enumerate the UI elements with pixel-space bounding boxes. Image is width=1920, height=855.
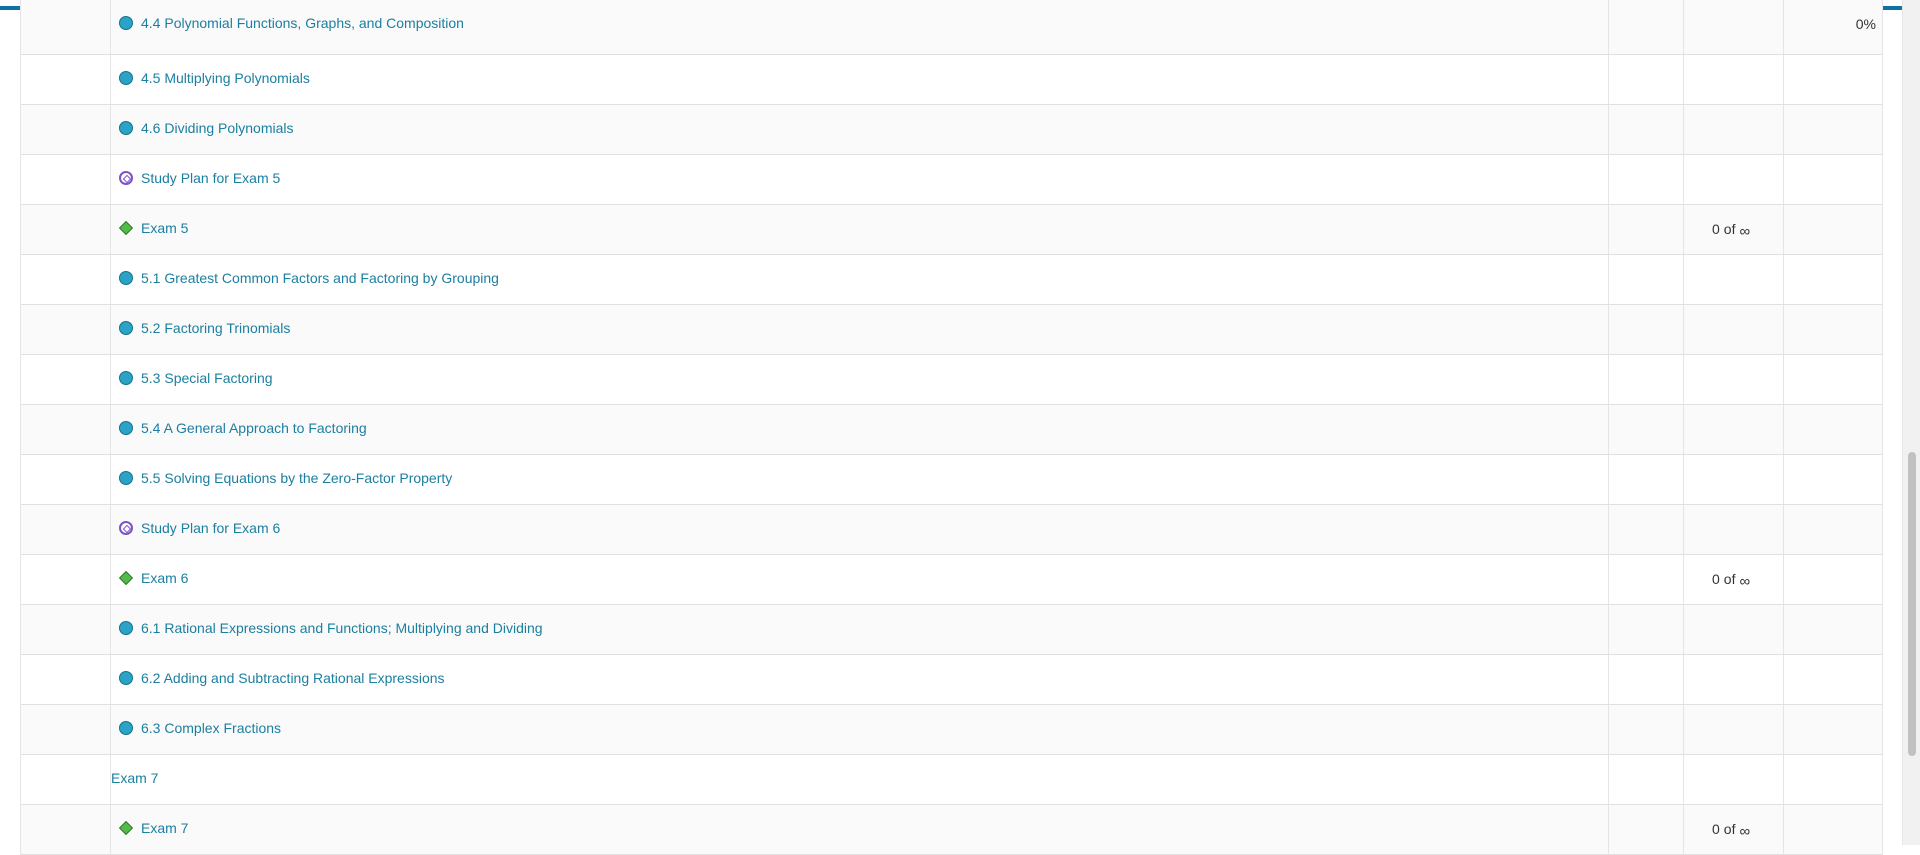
score-value: 0% xyxy=(1855,16,1876,32)
attempts-of-label: of xyxy=(1723,571,1736,587)
table-row: 6.2 Adding and Subtracting Rational Expr… xyxy=(21,655,1882,705)
lesson-circle-icon xyxy=(119,321,133,335)
course-item-title: Exam 7 xyxy=(111,770,159,786)
course-item-link[interactable]: Study Plan for Exam 5 xyxy=(119,170,280,186)
course-item-link[interactable]: Study Plan for Exam 6 xyxy=(119,520,280,536)
course-item-title: 5.3 Special Factoring xyxy=(141,370,273,386)
course-item-link[interactable]: Exam 6 xyxy=(118,570,189,586)
course-item-title: 5.5 Solving Equations by the Zero-Factor… xyxy=(141,470,453,486)
course-item-link[interactable]: Exam 5 xyxy=(118,220,189,236)
course-item-link[interactable]: 6.3 Complex Fractions xyxy=(119,720,281,736)
course-item-link[interactable]: 5.3 Special Factoring xyxy=(119,370,273,386)
course-item-link[interactable]: 4.4 Polynomial Functions, Graphs, and Co… xyxy=(119,15,464,31)
lesson-circle-icon xyxy=(119,121,133,135)
exam-diamond-icon xyxy=(118,220,134,236)
lesson-circle-icon xyxy=(119,16,133,30)
course-item-title: Study Plan for Exam 6 xyxy=(141,520,281,536)
attempts-value: 0 xyxy=(1712,821,1720,837)
course-item-title: 5.4 A General Approach to Factoring xyxy=(141,420,367,436)
attempts-of-label: of xyxy=(1723,221,1736,237)
table-row: 5.3 Special Factoring xyxy=(21,355,1882,405)
study-plan-icon xyxy=(119,521,133,535)
course-item-title: Study Plan for Exam 5 xyxy=(141,170,281,186)
exam-diamond-icon xyxy=(118,570,134,586)
attempts-of-label: of xyxy=(1723,821,1736,837)
lesson-circle-icon xyxy=(119,271,133,285)
table-row: Exam 7 xyxy=(21,755,1882,805)
course-item-link[interactable]: 6.1 Rational Expressions and Functions; … xyxy=(119,620,543,636)
course-item-title: Exam 6 xyxy=(141,570,189,586)
attempts-count: 0 of ∞ xyxy=(1712,221,1751,240)
table-row: 5.5 Solving Equations by the Zero-Factor… xyxy=(21,455,1882,505)
course-item-title: 4.5 Multiplying Polynomials xyxy=(141,70,310,86)
scrollbar-thumb[interactable] xyxy=(1908,452,1916,756)
table-row: 4.6 Dividing Polynomials xyxy=(21,105,1882,155)
table-row: 4.4 Polynomial Functions, Graphs, and Co… xyxy=(21,0,1882,55)
table-row: 6.3 Complex Fractions xyxy=(21,705,1882,755)
lesson-circle-icon xyxy=(119,621,133,635)
course-item-link[interactable]: 4.5 Multiplying Polynomials xyxy=(119,70,310,86)
course-item-title: 6.1 Rational Expressions and Functions; … xyxy=(141,620,543,636)
infinity-icon: ∞ xyxy=(1739,573,1751,590)
course-item-title: Exam 5 xyxy=(141,220,189,236)
attempts-value: 0 xyxy=(1712,571,1720,587)
table-row: 5.1 Greatest Common Factors and Factorin… xyxy=(21,255,1882,305)
vertical-scrollbar[interactable] xyxy=(1902,0,1920,845)
course-item-link[interactable]: 6.2 Adding and Subtracting Rational Expr… xyxy=(119,670,445,686)
attempts-count: 0 of ∞ xyxy=(1712,571,1751,590)
course-item-title: 4.6 Dividing Polynomials xyxy=(141,120,294,136)
attempts-count: 0 of ∞ xyxy=(1712,821,1751,840)
lesson-circle-icon xyxy=(119,71,133,85)
table-row: 5.4 A General Approach to Factoring xyxy=(21,405,1882,455)
table-row: 4.5 Multiplying Polynomials xyxy=(21,55,1882,105)
course-items-table: 4.4 Polynomial Functions, Graphs, and Co… xyxy=(20,0,1883,855)
course-item-title: Exam 7 xyxy=(141,820,189,836)
course-item-title: 4.4 Polynomial Functions, Graphs, and Co… xyxy=(141,15,464,31)
course-item-link[interactable]: 5.2 Factoring Trinomials xyxy=(119,320,290,336)
lesson-circle-icon xyxy=(119,371,133,385)
study-plan-icon xyxy=(119,171,133,185)
lesson-circle-icon xyxy=(119,721,133,735)
section-header-link[interactable]: Exam 7 xyxy=(111,770,158,786)
table-row: Exam 7 0 of ∞ xyxy=(21,805,1882,855)
table-row: Study Plan for Exam 5 xyxy=(21,155,1882,205)
table-row: Exam 5 0 of ∞ xyxy=(21,205,1882,255)
table-row: Study Plan for Exam 6 xyxy=(21,505,1882,555)
course-item-title: 6.2 Adding and Subtracting Rational Expr… xyxy=(141,670,445,686)
exam-diamond-icon xyxy=(118,820,134,836)
course-item-title: 6.3 Complex Fractions xyxy=(141,720,282,736)
table-row: Exam 6 0 of ∞ xyxy=(21,555,1882,605)
infinity-icon: ∞ xyxy=(1739,223,1751,240)
course-item-link[interactable]: 5.4 A General Approach to Factoring xyxy=(119,420,367,436)
table-row: 6.1 Rational Expressions and Functions; … xyxy=(21,605,1882,655)
course-item-link[interactable]: 4.6 Dividing Polynomials xyxy=(119,120,294,136)
course-item-link[interactable]: 5.5 Solving Equations by the Zero-Factor… xyxy=(119,470,452,486)
course-item-title: 5.1 Greatest Common Factors and Factorin… xyxy=(141,270,499,286)
lesson-circle-icon xyxy=(119,471,133,485)
course-item-link[interactable]: Exam 7 xyxy=(118,820,189,836)
course-item-title: 5.2 Factoring Trinomials xyxy=(141,320,291,336)
lesson-circle-icon xyxy=(119,421,133,435)
infinity-icon: ∞ xyxy=(1739,823,1751,840)
attempts-value: 0 xyxy=(1712,221,1720,237)
course-item-link[interactable]: 5.1 Greatest Common Factors and Factorin… xyxy=(119,270,499,286)
table-row: 5.2 Factoring Trinomials xyxy=(21,305,1882,355)
lesson-circle-icon xyxy=(119,671,133,685)
